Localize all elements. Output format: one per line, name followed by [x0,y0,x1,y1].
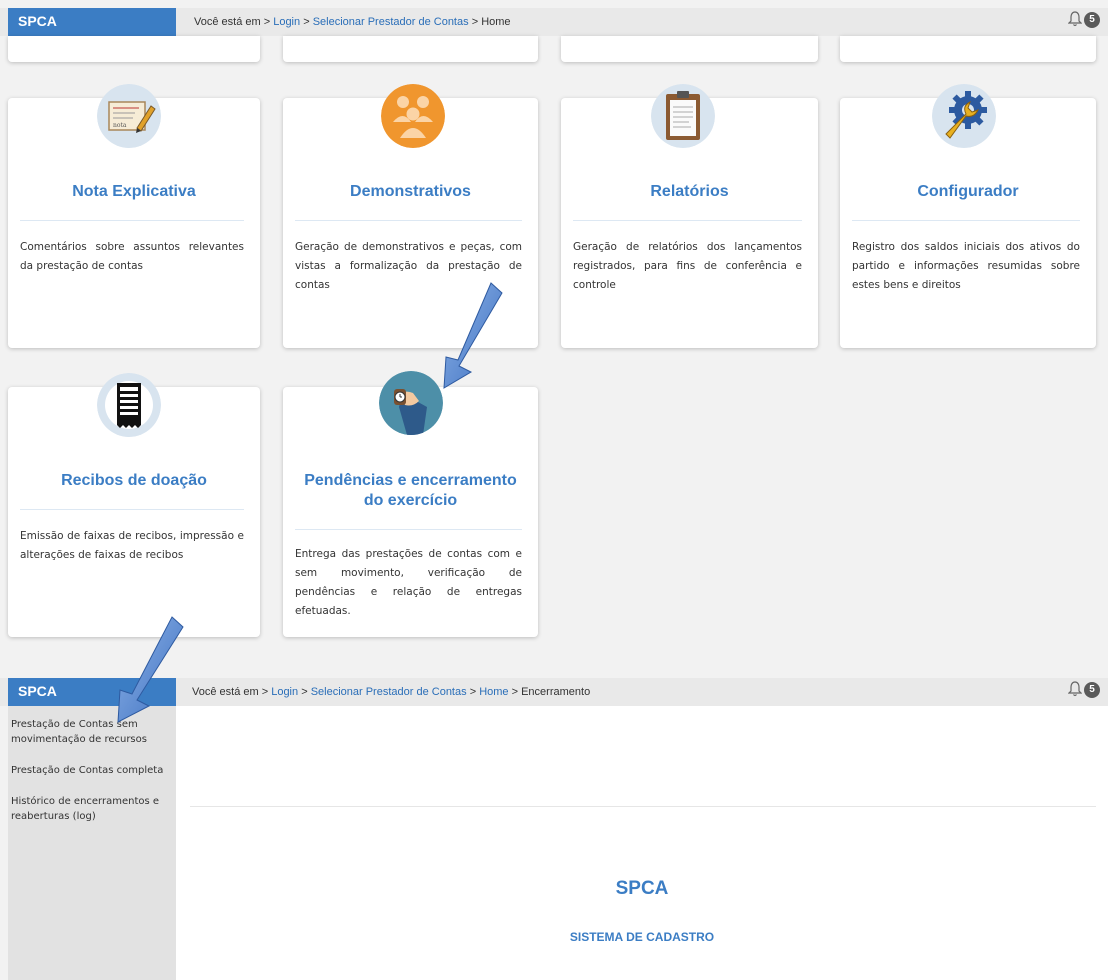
card-nota-explicativa[interactable]: nota Nota Explicativa Comentários sobre … [8,84,260,348]
app-brand[interactable]: SPCA [8,8,176,36]
breadcrumb-separator: > [511,686,519,698]
divider [20,509,244,510]
main-title: SPCA [615,878,669,899]
breadcrumb-prefix: Você está em > [192,686,269,698]
bell-icon[interactable] [1068,11,1082,27]
bottom-header: SPCA Você está em > Login > Selecionar P… [0,678,1108,706]
watch-icon [378,371,443,435]
breadcrumb-selecionar-link[interactable]: Selecionar Prestador de Contas [311,686,467,698]
card-relatorios[interactable]: Relatórios Geração de relatórios dos lan… [561,84,818,348]
divider [295,220,522,221]
card-partial [8,36,260,62]
app-brand[interactable]: SPCA [8,678,176,706]
top-header: SPCA Você está em > Login > Selecionar P… [0,8,1108,36]
breadcrumb-home: Home [481,16,511,28]
card-title[interactable]: Recibos de doação [20,471,248,491]
breadcrumb-home-link[interactable]: Home [479,686,508,698]
notification-count-badge[interactable]: 5 [1084,682,1100,698]
card-title[interactable]: Configurador [852,182,1084,202]
card-description: Geração de demonstrativos e peças, com v… [295,241,522,291]
breadcrumb-separator: > [301,686,308,698]
clipboard-icon [650,84,715,148]
divider [573,220,802,221]
card-partial [840,36,1096,62]
svg-text:nota: nota [113,122,127,129]
card-description: Emissão de faixas de recibos, impressão … [20,530,244,561]
main-subtitle: SISTEMA DE CADASTRO [569,930,715,944]
card-description: Comentários sobre assuntos relevantes da… [20,241,244,272]
notification-count-badge[interactable]: 5 [1084,12,1100,28]
divider [20,220,244,221]
breadcrumb: Você está em > Login > Selecionar Presta… [192,678,590,706]
receipt-icon [97,373,161,437]
card-title[interactable]: Nota Explicativa [20,182,248,202]
card-description: Entrega das prestações de contas com e s… [295,548,522,617]
gear-wrench-icon [932,84,996,148]
divider [190,806,1096,807]
nota-explicativa-icon: nota [97,84,161,148]
people-icon [380,84,445,148]
card-demonstrativos[interactable]: Demonstrativos Geração de demonstrativos… [283,84,538,348]
breadcrumb-current: Encerramento [521,686,591,698]
sidebar-item-sem-movimentacao[interactable]: Prestação de Contas sem movimentação de … [11,717,171,747]
breadcrumb-prefix: Você está em > [194,16,271,28]
breadcrumb-login-link[interactable]: Login [273,16,300,28]
card-description: Geração de relatórios dos lançamentos re… [573,241,802,291]
card-partial [283,36,538,62]
breadcrumb-separator: > [471,16,479,28]
divider [295,529,522,530]
breadcrumb-login-link[interactable]: Login [271,686,298,698]
card-recibos-de-doacao[interactable]: Recibos de doação Emissão de faixas de r… [8,373,260,637]
breadcrumb-separator: > [469,686,477,698]
card-pendencias-e-encerramento[interactable]: Pendências e encerramento do exercício E… [283,371,538,637]
sidebar-item-historico[interactable]: Histórico de encerramentos e reaberturas… [11,794,171,824]
card-description: Registro dos saldos iniciais dos ativos … [852,241,1080,291]
card-configurador[interactable]: Configurador Registro dos saldos iniciai… [840,84,1096,348]
card-partial [561,36,818,62]
card-title[interactable]: Pendências e encerramento do exercício [295,471,526,511]
sidebar-item-completa[interactable]: Prestação de Contas completa [11,763,171,778]
card-title[interactable]: Demonstrativos [295,182,526,202]
sidebar-menu: Prestação de Contas sem movimentação de … [8,706,176,980]
breadcrumb: Você está em > Login > Selecionar Presta… [194,8,511,36]
bell-icon[interactable] [1068,681,1082,697]
card-title[interactable]: Relatórios [573,182,806,202]
divider [852,220,1080,221]
breadcrumb-selecionar-link[interactable]: Selecionar Prestador de Contas [313,16,469,28]
breadcrumb-separator: > [303,16,310,28]
